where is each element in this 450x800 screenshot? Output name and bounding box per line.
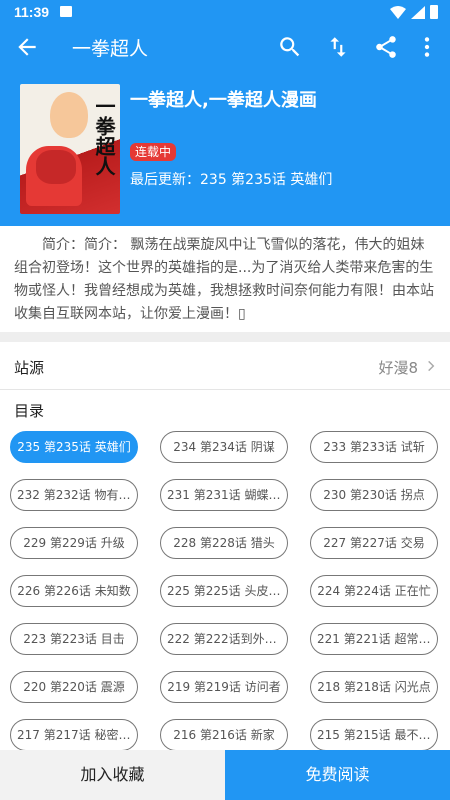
chapter-button[interactable]: 225 第225话 头皮与… <box>160 575 288 607</box>
cover-character-head <box>50 92 88 138</box>
toc-heading: 目录 <box>14 402 45 420</box>
comic-intro: 简介：简介： 飘荡在战栗旋风中让飞雪似的落花，伟大的姐妹组合初登场！这个世界的英… <box>0 226 450 332</box>
image-notification-icon <box>60 6 72 17</box>
chapter-button[interactable]: 235 第235话 英雄们 <box>10 431 138 463</box>
chapter-button[interactable]: 231 第231话 蝴蝶与… <box>160 479 288 511</box>
chapter-button[interactable]: 232 第232话 物有所… <box>10 479 138 511</box>
source-value: 好漫8 <box>378 359 418 377</box>
comic-cover-image[interactable]: 一拳超人 <box>20 84 120 214</box>
chapter-button[interactable]: 234 第234话 阴谋 <box>160 431 288 463</box>
section-divider <box>0 332 450 342</box>
add-favorite-button[interactable]: 加入收藏 <box>0 750 225 800</box>
read-free-button[interactable]: 免费阅读 <box>225 750 450 800</box>
cover-title-text: 一拳超人 <box>92 96 116 176</box>
source-row[interactable]: 站源 好漫8 <box>0 342 450 390</box>
chapter-button[interactable]: 227 第227话 交易 <box>310 527 438 559</box>
chapter-button[interactable]: 229 第229话 升级 <box>10 527 138 559</box>
chapter-button[interactable]: 233 第233话 试斩 <box>310 431 438 463</box>
status-time: 11:39 <box>14 4 50 20</box>
more-vert-icon[interactable] <box>414 34 440 60</box>
comic-title: 一拳超人,一拳超人漫画 <box>130 90 317 111</box>
chapter-button[interactable]: 224 第224话 正在忙 <box>310 575 438 607</box>
back-arrow-icon[interactable] <box>14 34 40 60</box>
chapter-button[interactable]: 221 第221话 超常与… <box>310 623 438 655</box>
wifi-icon <box>390 5 406 19</box>
chapter-button[interactable]: 226 第226话 未知数 <box>10 575 138 607</box>
chevron-right-icon <box>428 360 435 372</box>
share-icon[interactable] <box>373 34 399 60</box>
chapter-grid: 235 第235话 英雄们 234 第234话 阴谋 233 第233话 试斩 232… <box>10 431 440 750</box>
chapter-button[interactable]: 217 第217话 秘密情… <box>10 719 138 750</box>
chapter-button[interactable]: 215 第215话 最不想… <box>310 719 438 750</box>
chapter-button[interactable]: 218 第218话 闪光点 <box>310 671 438 703</box>
chapter-button[interactable]: 223 第223话 目击 <box>10 623 138 655</box>
page-title: 一拳超人 <box>72 38 149 60</box>
search-icon[interactable] <box>277 34 303 60</box>
status-badge: 连载中 <box>130 143 177 161</box>
comic-header: 一拳超人 一拳超人,一拳超人漫画 连载中 最后更新：235 第235话 英雄们 <box>0 70 450 226</box>
source-label: 站源 <box>14 359 45 377</box>
status-bar: 11:39 <box>0 0 450 24</box>
sort-icon[interactable] <box>325 34 351 60</box>
chapter-button[interactable]: 228 第228话 猎头 <box>160 527 288 559</box>
chapter-button[interactable]: 222 第222话到外面… <box>160 623 288 655</box>
last-update: 最后更新：235 第235话 英雄们 <box>130 172 333 188</box>
cover-character-fist <box>36 150 76 184</box>
chapter-button[interactable]: 216 第216话 新家 <box>160 719 288 750</box>
bottom-bar: 加入收藏 免费阅读 <box>0 750 450 800</box>
chapter-button[interactable]: 220 第220话 震源 <box>10 671 138 703</box>
battery-icon <box>430 5 438 19</box>
chapter-button[interactable]: 219 第219话 访问者 <box>160 671 288 703</box>
signal-icon <box>411 5 425 19</box>
chapter-button[interactable]: 230 第230话 拐点 <box>310 479 438 511</box>
app-bar: 一拳超人 <box>0 24 450 70</box>
